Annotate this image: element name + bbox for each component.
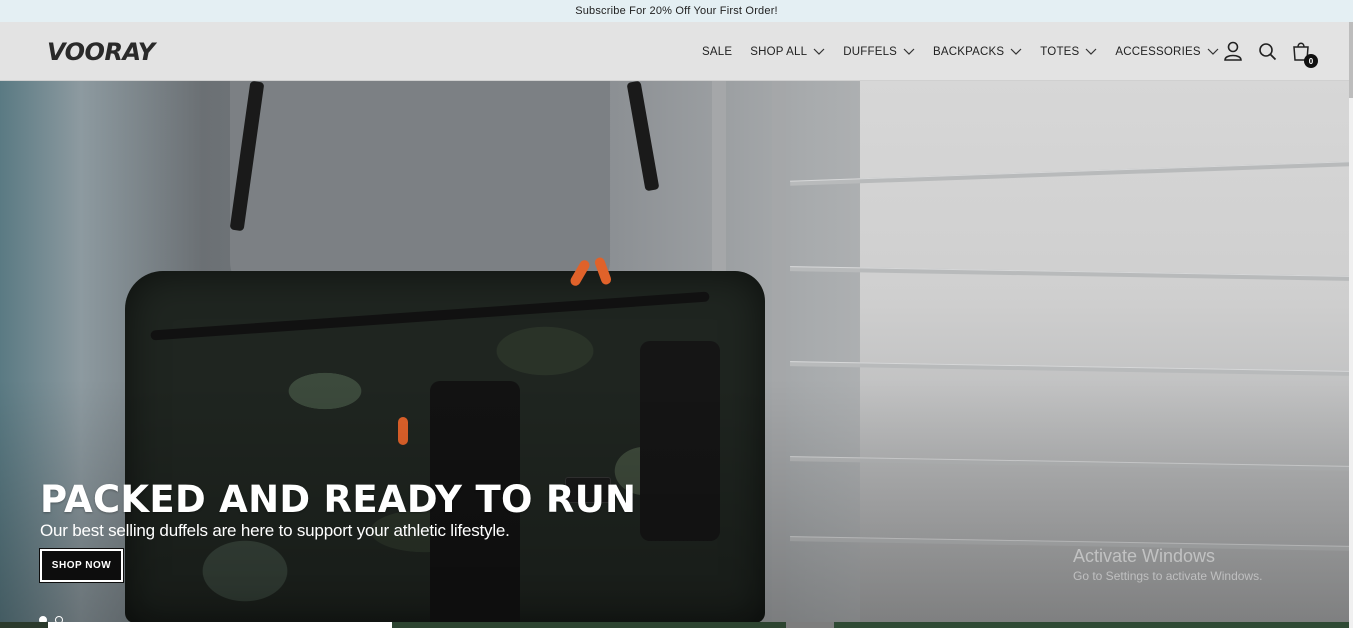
preview-segment — [392, 622, 786, 628]
next-section-preview — [0, 622, 1353, 628]
search-icon — [1258, 42, 1276, 60]
preview-segment — [48, 622, 392, 628]
preview-segment — [0, 622, 48, 628]
announcement-text[interactable]: Subscribe For 20% Off Your First Order! — [575, 5, 778, 17]
hero-title: PACKED AND READY TO RUN — [40, 478, 637, 521]
windows-activation-watermark: Activate Windows Go to Settings to activ… — [1073, 546, 1262, 583]
account-button[interactable] — [1222, 40, 1244, 62]
nav-item-label: ACCESSORIES — [1115, 46, 1201, 58]
hero-subtitle: Our best selling duffels are here to sup… — [40, 521, 510, 540]
chevron-down-icon — [1207, 48, 1219, 55]
nav-item-label: DUFFELS — [843, 46, 898, 58]
search-button[interactable] — [1256, 40, 1278, 62]
nav-item-sale[interactable]: SALE — [702, 46, 732, 58]
chevron-down-icon — [813, 48, 825, 55]
cart-count-badge: 0 — [1304, 54, 1318, 68]
watermark-title: Activate Windows — [1073, 546, 1216, 566]
cart-button[interactable]: 0 — [1290, 40, 1318, 68]
main-nav: SALE SHOP ALL DUFFELS BACKPACKS TOTES AC… — [702, 44, 1237, 60]
nav-item-shop-all[interactable]: SHOP ALL — [750, 46, 825, 58]
nav-item-accessories[interactable]: ACCESSORIES — [1115, 46, 1219, 58]
preview-segment — [834, 622, 1349, 628]
page-scrollbar[interactable] — [1349, 22, 1353, 628]
nav-item-totes[interactable]: TOTES — [1040, 46, 1097, 58]
shop-now-button[interactable]: SHOP NOW — [39, 548, 124, 583]
chevron-down-icon — [903, 48, 915, 55]
preview-segment — [786, 622, 834, 628]
site-header: VOORAY SALE SHOP ALL DUFFELS BACKPACKS T… — [0, 22, 1353, 81]
nav-item-label: SHOP ALL — [750, 46, 808, 58]
chevron-down-icon — [1085, 48, 1097, 55]
header-icons: 0 — [1222, 40, 1324, 68]
watermark-subtitle: Go to Settings to activate Windows. — [1073, 569, 1263, 583]
hero-slideshow: PACKED AND READY TO RUN Our best selling… — [0, 81, 1349, 622]
scrollbar-thumb[interactable] — [1349, 22, 1353, 98]
nav-item-label: TOTES — [1040, 46, 1080, 58]
brand-logo[interactable]: VOORAY — [47, 38, 155, 66]
account-icon — [1224, 41, 1242, 61]
nav-item-label: BACKPACKS — [933, 46, 1005, 58]
announcement-bar[interactable]: Subscribe For 20% Off Your First Order! — [0, 0, 1353, 22]
nav-item-backpacks[interactable]: BACKPACKS — [933, 46, 1022, 58]
chevron-down-icon — [1010, 48, 1022, 55]
nav-item-duffels[interactable]: DUFFELS — [843, 46, 915, 58]
nav-item-label: SALE — [702, 46, 733, 58]
